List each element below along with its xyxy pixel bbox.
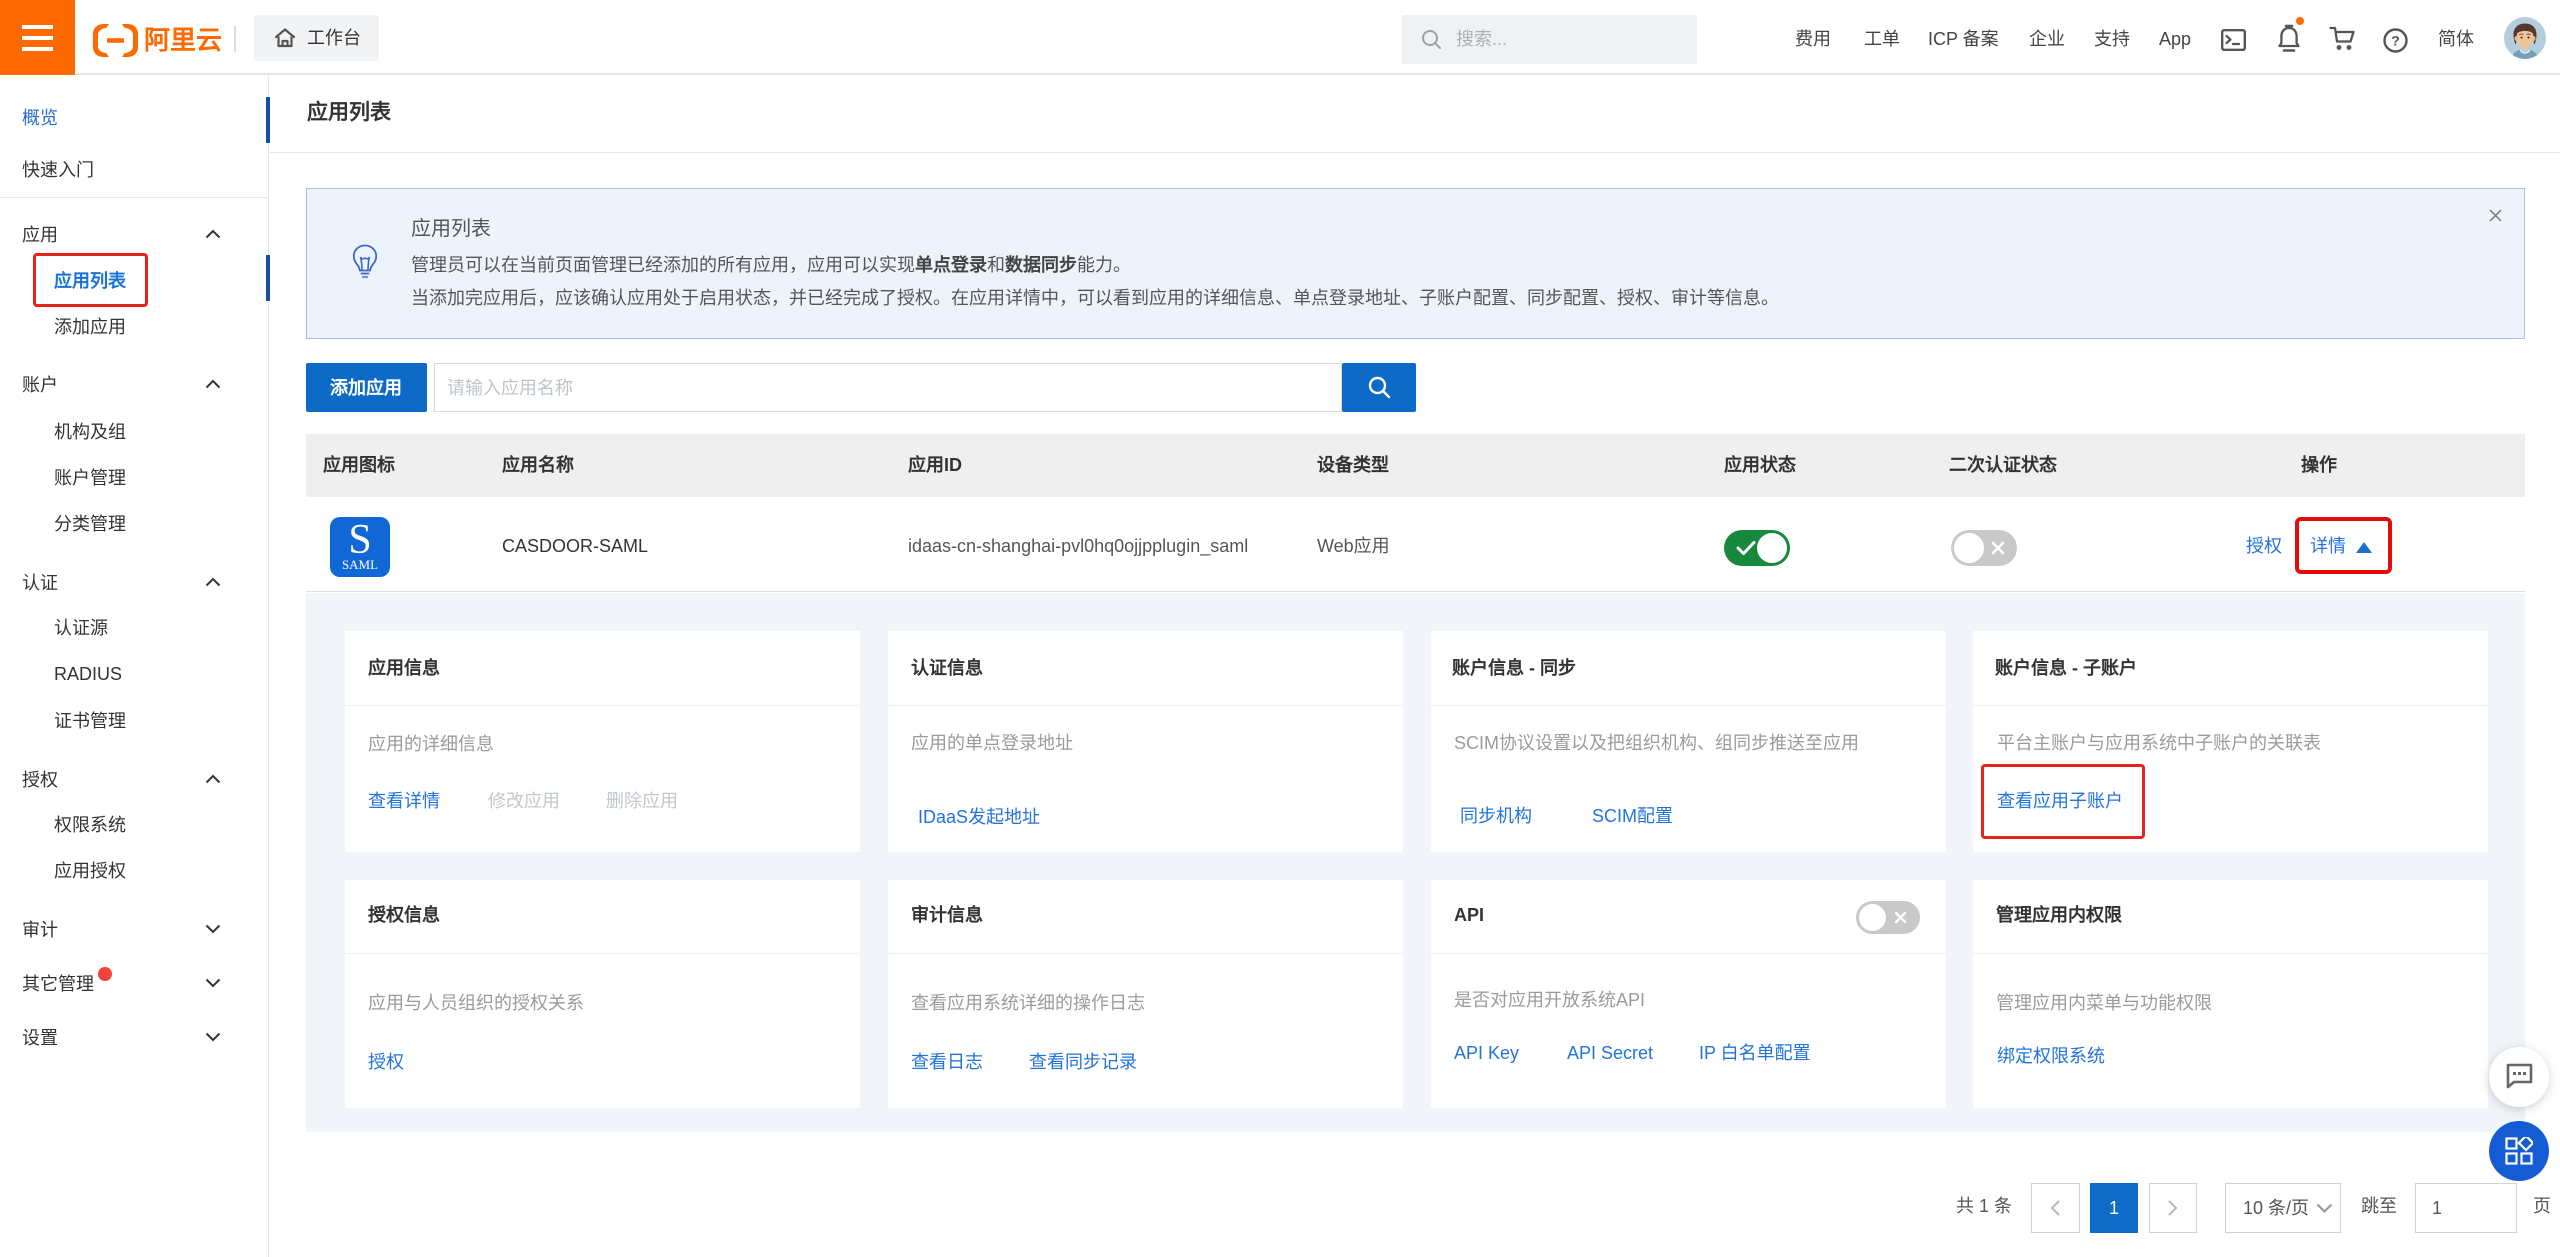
svg-text:?: ? [2391,33,2400,49]
